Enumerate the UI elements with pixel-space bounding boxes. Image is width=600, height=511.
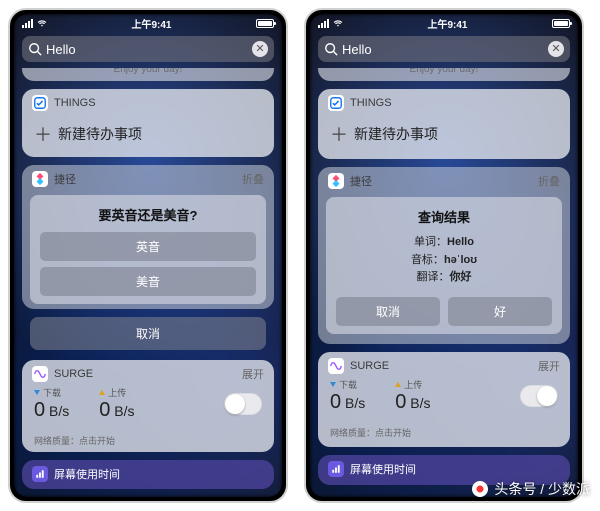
surge-expand[interactable]: 展开 bbox=[242, 366, 264, 382]
surge-toggle[interactable] bbox=[520, 385, 558, 407]
things-add-todo[interactable]: ＋ 新建待办事项 bbox=[318, 113, 570, 159]
result-cancel-button[interactable]: 取消 bbox=[336, 297, 440, 326]
screentime-title: 屏幕使用时间 bbox=[350, 461, 416, 477]
surge-download: 下载 0 B/s bbox=[330, 378, 365, 414]
upload-icon bbox=[99, 390, 105, 395]
screentime-title: 屏幕使用时间 bbox=[54, 466, 120, 482]
things-app-icon bbox=[32, 95, 48, 111]
dialog-title: 要英音还是美音? bbox=[40, 205, 256, 224]
surge-toggle[interactable] bbox=[224, 393, 262, 415]
surge-upload: 上传 0 B/s bbox=[99, 386, 134, 422]
surge-widget[interactable]: SURGE 展开 下载 0 B/s 上传 0 B/s bbox=[318, 352, 570, 447]
search-field[interactable]: Hello ✕ bbox=[22, 36, 274, 62]
surge-app-icon bbox=[32, 366, 48, 382]
things-add-todo[interactable]: ＋ 新建待办事项 bbox=[22, 113, 274, 157]
surge-widget[interactable]: SURGE 展开 下载 0 B/s 上传 0 B/s bbox=[22, 360, 274, 452]
result-ok-button[interactable]: 好 bbox=[448, 297, 552, 326]
surge-download: 下载 0 B/s bbox=[34, 386, 69, 422]
surge-quality-test[interactable]: 点击开始 bbox=[79, 436, 115, 446]
signal-icon bbox=[22, 19, 33, 28]
screentime-app-icon bbox=[328, 461, 344, 477]
clear-search-button[interactable]: ✕ bbox=[548, 41, 564, 57]
option-american[interactable]: 美音 bbox=[40, 267, 256, 296]
watermark-logo-icon bbox=[472, 481, 488, 497]
battery-icon bbox=[552, 19, 570, 28]
surge-expand[interactable]: 展开 bbox=[538, 358, 560, 374]
shortcuts-widget: 捷径 折叠 要英音还是美音? 英音 美音 bbox=[22, 165, 274, 309]
things-app-icon bbox=[328, 95, 344, 111]
plus-icon: ＋ bbox=[34, 121, 50, 147]
shortcuts-cancel-button[interactable]: 取消 bbox=[30, 317, 266, 350]
signal-icon bbox=[318, 19, 329, 28]
wifi-icon bbox=[37, 19, 47, 27]
search-field[interactable]: Hello ✕ bbox=[318, 36, 570, 62]
search-value: Hello bbox=[46, 42, 252, 57]
screentime-app-icon bbox=[32, 466, 48, 482]
dialog-title: 查询结果 bbox=[336, 207, 552, 226]
shortcuts-app-icon bbox=[32, 171, 48, 187]
battery-icon bbox=[256, 19, 274, 28]
calendar-widget-peek: No More Events Today Enjoy your day! bbox=[318, 68, 570, 81]
clear-search-button[interactable]: ✕ bbox=[252, 41, 268, 57]
surge-upload: 上传 0 B/s bbox=[395, 378, 430, 414]
shortcuts-collapse[interactable]: 折叠 bbox=[538, 173, 560, 189]
shortcuts-widget: 捷径 折叠 查询结果 单词：Hello 音标：həˈloʊ 翻译：你好 取消 好 bbox=[318, 167, 570, 344]
shortcuts-result-dialog: 查询结果 单词：Hello 音标：həˈloʊ 翻译：你好 取消 好 bbox=[326, 197, 562, 334]
shortcuts-app-icon bbox=[328, 173, 344, 189]
status-time: 上午9:41 bbox=[131, 16, 171, 31]
upload-icon bbox=[395, 382, 401, 387]
things-widget[interactable]: THINGS ＋ 新建待办事项 bbox=[22, 89, 274, 157]
surge-title: SURGE bbox=[54, 368, 93, 380]
shortcuts-choice-dialog: 要英音还是美音? 英音 美音 bbox=[30, 195, 266, 304]
download-icon bbox=[330, 382, 336, 387]
things-title: THINGS bbox=[350, 97, 392, 109]
search-icon bbox=[28, 42, 42, 56]
calendar-widget-peek: No More Events Today Enjoy your day! bbox=[22, 68, 274, 81]
download-icon bbox=[34, 390, 40, 395]
shortcuts-title: 捷径 bbox=[54, 171, 76, 187]
surge-quality-test[interactable]: 点击开始 bbox=[375, 428, 411, 438]
search-value: Hello bbox=[342, 42, 548, 57]
surge-title: SURGE bbox=[350, 360, 389, 372]
status-time: 上午9:41 bbox=[427, 16, 467, 31]
surge-app-icon bbox=[328, 358, 344, 374]
shortcuts-collapse[interactable]: 折叠 bbox=[242, 171, 264, 187]
shortcuts-title: 捷径 bbox=[350, 173, 372, 189]
status-bar: 上午9:41 bbox=[14, 14, 282, 32]
things-title: THINGS bbox=[54, 97, 96, 109]
screentime-widget[interactable]: 屏幕使用时间 bbox=[22, 460, 274, 489]
watermark: 头条号 / 少数派 bbox=[472, 479, 590, 499]
status-bar: 上午9:41 bbox=[310, 14, 578, 32]
plus-icon: ＋ bbox=[330, 121, 346, 147]
wifi-icon bbox=[333, 19, 343, 27]
search-icon bbox=[324, 42, 338, 56]
things-widget[interactable]: THINGS ＋ 新建待办事项 bbox=[318, 89, 570, 159]
option-british[interactable]: 英音 bbox=[40, 232, 256, 261]
